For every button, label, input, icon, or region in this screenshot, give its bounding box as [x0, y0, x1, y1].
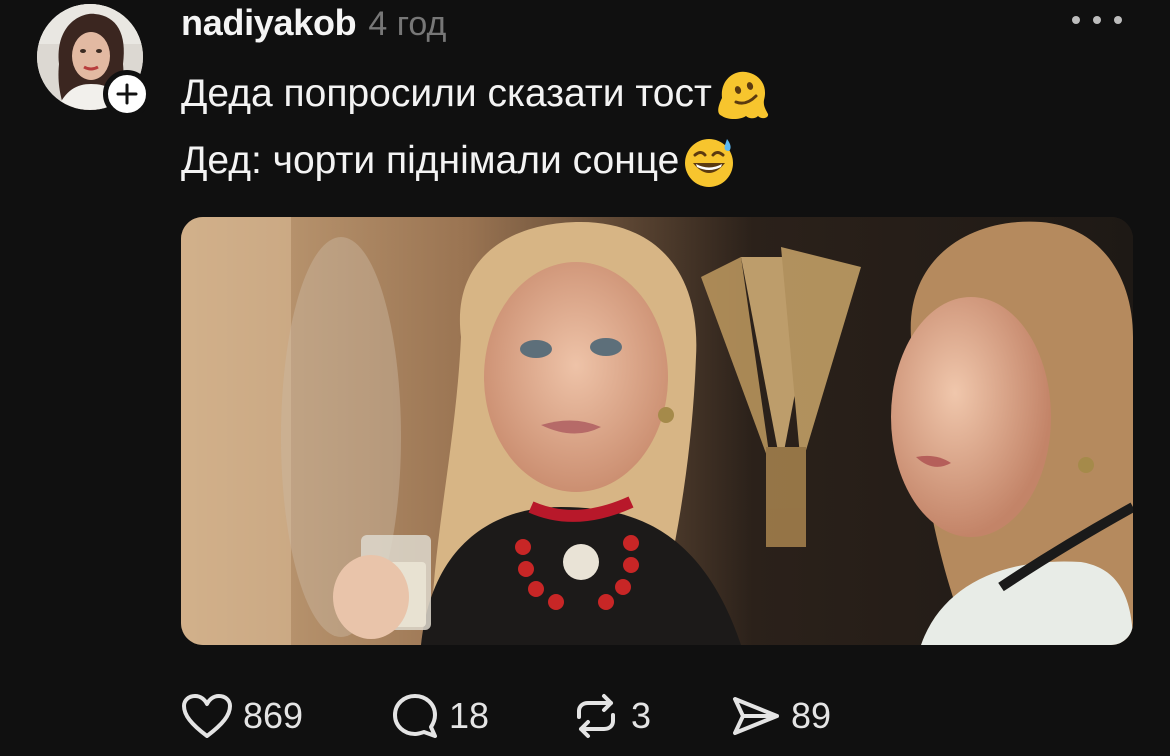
like-button[interactable]: 869 — [181, 693, 391, 739]
author-avatar-container[interactable] — [37, 4, 151, 118]
more-dot-icon — [1093, 16, 1101, 24]
repost-button[interactable]: 3 — [571, 693, 731, 739]
reply-button[interactable]: 18 — [391, 692, 571, 740]
more-dot-icon — [1114, 16, 1122, 24]
post-header: nadiyakob 4 год — [181, 2, 446, 46]
thread-post: nadiyakob 4 год Деда попросили сказати т… — [0, 0, 1170, 756]
post-timestamp: 4 год — [368, 5, 447, 43]
share-count: 89 — [791, 695, 832, 736]
more-dot-icon — [1072, 16, 1080, 24]
post-text-line: Деда попросили сказати тост — [181, 66, 770, 122]
heart-icon — [182, 694, 232, 738]
like-count: 869 — [243, 695, 304, 736]
follow-button[interactable] — [103, 70, 151, 118]
post-text-line: Дед: чорти піднімали сонце — [181, 133, 737, 189]
video-frame-image — [181, 217, 1133, 645]
plus-icon — [116, 83, 138, 105]
post-image[interactable] — [181, 217, 1133, 645]
post-text: Дед: чорти піднімали сонце — [181, 139, 680, 182]
post-actions-bar: 869 18 3 89 — [181, 690, 871, 742]
share-button[interactable]: 89 — [731, 693, 871, 739]
melting-face-emoji-icon — [718, 71, 768, 119]
username-link[interactable]: nadiyakob — [181, 2, 357, 44]
comment-icon — [393, 694, 437, 738]
send-icon — [733, 697, 779, 735]
grinning-sweat-emoji-icon — [685, 139, 734, 187]
post-text: Деда попросили сказати тост — [181, 72, 712, 115]
repost-icon — [577, 694, 615, 738]
reply-count: 18 — [449, 695, 490, 736]
repost-count: 3 — [631, 695, 652, 736]
more-options-button[interactable] — [1072, 8, 1122, 32]
